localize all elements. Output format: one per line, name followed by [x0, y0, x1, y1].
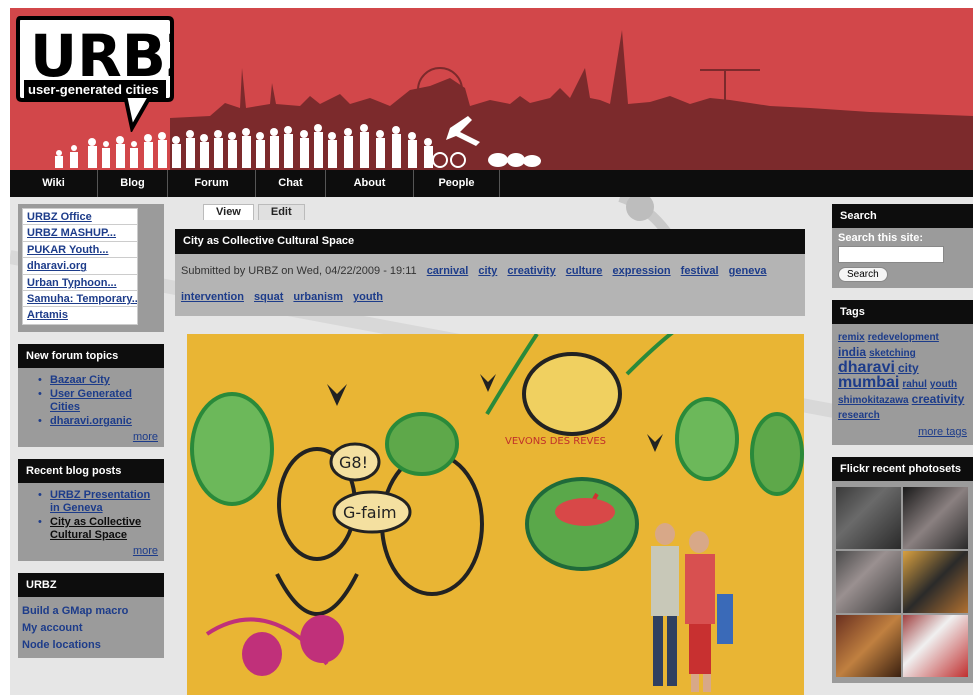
list-item: dharavi.organic: [36, 415, 160, 428]
tag-link[interactable]: india: [838, 345, 866, 359]
list-item: City as Collective Cultural Space: [36, 516, 160, 542]
search-input[interactable]: [838, 246, 944, 263]
urbz-menu-block: URBZ Build a GMap macro My account Node …: [18, 573, 164, 658]
page-title: City as Collective Cultural Space: [175, 229, 805, 254]
tags-title: Tags: [832, 300, 973, 324]
tag-link[interactable]: rahul: [902, 379, 926, 390]
tags-block: Tags remix redevelopment india sketching…: [832, 300, 973, 445]
tag-link[interactable]: remix: [838, 332, 865, 343]
forum-topics-title: New forum topics: [18, 344, 164, 368]
list-item: Bazaar City: [36, 374, 160, 387]
menu-node-locations[interactable]: Node locations: [18, 637, 164, 654]
mural-gfaim-text: G-faim: [343, 503, 397, 522]
term-link[interactable]: culture: [566, 265, 603, 277]
main-content: View Edit City as Collective Cultural Sp…: [175, 204, 805, 695]
term-link[interactable]: intervention: [181, 291, 244, 303]
menu-my-account[interactable]: My account: [18, 620, 164, 637]
node-tabs: View Edit: [203, 204, 805, 220]
term-link[interactable]: squat: [254, 291, 283, 303]
link-urbz-office[interactable]: URBZ Office: [23, 209, 137, 226]
search-button[interactable]: Search: [838, 267, 888, 282]
photoset-thumbnail[interactable]: [836, 551, 901, 613]
forum-topic-link[interactable]: dharavi.organic: [50, 415, 132, 427]
link-artamis[interactable]: Artamis: [23, 307, 137, 323]
nav-wiki[interactable]: Wiki: [10, 170, 98, 197]
nav-people[interactable]: People: [414, 170, 500, 197]
nav-about[interactable]: About: [326, 170, 414, 197]
mural-graffiti-text: VEVONS DES REVES: [505, 436, 606, 447]
list-item: User Generated Cities: [36, 388, 160, 414]
menu-build-gmap[interactable]: Build a GMap macro: [18, 603, 164, 620]
partner-links-block: URBZ Office URBZ MASHUP... PUKAR Youth..…: [18, 204, 164, 332]
term-link[interactable]: carnival: [427, 265, 469, 277]
tab-view[interactable]: View: [203, 204, 254, 220]
term-link[interactable]: city: [478, 265, 497, 277]
mural-photo: G8! G-faim VEVONS DES REVES: [187, 334, 804, 695]
photoset-thumbnail[interactable]: [903, 551, 968, 613]
svg-text:URBZ: URBZ: [30, 22, 174, 90]
submitted-meta: Submitted by URBZ on Wed, 04/22/2009 - 1…: [175, 254, 805, 316]
list-item: URBZ Presentation in Geneva: [36, 489, 160, 515]
link-urbz-mashup[interactable]: URBZ MASHUP...: [23, 225, 137, 242]
term-link[interactable]: youth: [353, 291, 383, 303]
nav-forum[interactable]: Forum: [168, 170, 256, 197]
forum-topic-link[interactable]: User Generated Cities: [50, 388, 132, 413]
term-link[interactable]: geneva: [729, 265, 767, 277]
main-nav: Wiki Blog Forum Chat About People: [10, 170, 973, 197]
blog-more-link[interactable]: more: [133, 545, 158, 557]
tag-link[interactable]: sketching: [869, 348, 916, 359]
mural-g8-text: G8!: [339, 453, 368, 472]
submitted-text: Submitted by URBZ on Wed, 04/22/2009 - 1…: [181, 265, 417, 277]
nav-blog[interactable]: Blog: [98, 170, 168, 197]
tab-edit[interactable]: Edit: [257, 204, 305, 220]
photoset-thumbnail[interactable]: [836, 615, 901, 677]
search-block: Search Search this site: Search: [832, 204, 973, 288]
tag-link[interactable]: shimokitazawa: [838, 395, 909, 406]
svg-text:user-generated cities: user-generated cities: [28, 82, 159, 97]
link-urban-typhoon[interactable]: Urban Typhoon...: [23, 275, 137, 291]
right-sidebar: Search Search this site: Search Tags rem…: [832, 204, 973, 695]
flickr-title: Flickr recent photosets: [832, 457, 973, 481]
term-link[interactable]: creativity: [507, 265, 555, 277]
left-sidebar: URBZ Office URBZ MASHUP... PUKAR Youth..…: [18, 204, 164, 658]
tag-link[interactable]: research: [838, 410, 880, 421]
search-label: Search this site:: [838, 232, 923, 244]
photoset-thumbnail[interactable]: [836, 487, 901, 549]
photoset-thumbnail[interactable]: [903, 487, 968, 549]
tag-link[interactable]: city: [898, 361, 919, 375]
photo-grid: [832, 481, 973, 677]
flickr-photosets-block: Flickr recent photosets: [832, 457, 973, 683]
tag-link[interactable]: redevelopment: [868, 332, 939, 343]
blog-post-link[interactable]: City as Collective Cultural Space: [50, 516, 141, 541]
tag-link[interactable]: mumbai: [838, 374, 899, 391]
search-title: Search: [832, 204, 973, 228]
blog-posts-title: Recent blog posts: [18, 459, 164, 483]
tag-cloud: remix redevelopment india sketching dhar…: [832, 324, 973, 439]
photoset-thumbnail[interactable]: [903, 615, 968, 677]
blog-posts-block: Recent blog posts URBZ Presentation in G…: [18, 459, 164, 561]
forum-more-link[interactable]: more: [133, 431, 158, 443]
graffiti-mural-image: G8! G-faim VEVONS DES REVES: [187, 334, 804, 695]
link-pukar-youth[interactable]: PUKAR Youth...: [23, 242, 137, 259]
tag-link[interactable]: creativity: [912, 392, 965, 406]
term-link[interactable]: urbanism: [293, 291, 343, 303]
nav-chat[interactable]: Chat: [256, 170, 326, 197]
blog-post-link[interactable]: URBZ Presentation in Geneva: [50, 489, 150, 514]
more-tags-link[interactable]: more tags: [918, 426, 967, 438]
link-dharavi-org[interactable]: dharavi.org: [23, 258, 137, 275]
link-samuha[interactable]: Samuha: Temporary...: [23, 291, 137, 308]
term-link[interactable]: expression: [613, 265, 671, 277]
tag-link[interactable]: youth: [930, 379, 957, 390]
term-link[interactable]: festival: [681, 265, 719, 277]
forum-topics-block: New forum topics Bazaar City User Genera…: [18, 344, 164, 447]
forum-topic-link[interactable]: Bazaar City: [50, 374, 110, 386]
urbz-logo[interactable]: URBZ user-generated cities: [14, 14, 174, 132]
page-body: URBZ Office URBZ MASHUP... PUKAR Youth..…: [10, 197, 973, 695]
urbz-menu-title: URBZ: [18, 573, 164, 597]
site-header: URBZ user-generated cities: [10, 8, 973, 170]
